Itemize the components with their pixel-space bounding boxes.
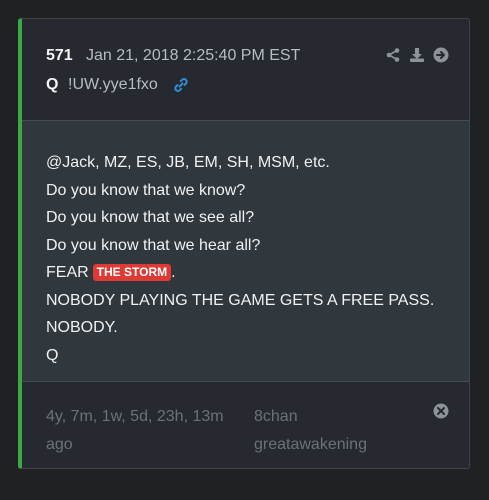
message-line: NOBODY PLAYING THE GAME GETS A FREE PASS…: [46, 291, 435, 309]
post-card: 571 Jan 21, 2018 2:25:40 PM EST Q !UW.yy…: [18, 18, 470, 469]
board-name: greatawakening: [254, 436, 367, 453]
post-header: 571 Jan 21, 2018 2:25:40 PM EST Q !UW.yy…: [22, 19, 469, 120]
post-board: 8chan greatawakening: [254, 403, 394, 459]
message-line: Q: [46, 346, 59, 364]
board-site: 8chan: [254, 408, 298, 425]
close-circle-icon[interactable]: [433, 403, 449, 419]
badge-suffix: .: [171, 264, 176, 281]
post-author: Q: [46, 76, 59, 93]
post-actions: [385, 47, 449, 63]
post-body: @Jack, MZ, ES, JB, EM, SH, MSM, etc. Do …: [22, 120, 469, 382]
message-line: Do you know that we see all?: [46, 209, 255, 226]
post-age-line: ago: [46, 436, 73, 453]
message-line: Do you know that we know?: [46, 181, 246, 199]
arrow-right-circle-icon[interactable]: [433, 47, 449, 63]
message-line: @Jack, MZ, ES, JB, EM, SH, MSM, etc.: [46, 154, 330, 171]
message-line: Do you know that we hear all?: [46, 236, 261, 254]
post-message: @Jack, MZ, ES, JB, EM, SH, MSM, etc. Do …: [46, 149, 434, 369]
post-tripcode: !UW.yye1fxo: [68, 76, 158, 93]
post-age-line: 4y, 7m, 1w, 5d, 23h, 13m: [46, 408, 224, 425]
post-footer: 4y, 7m, 1w, 5d, 23h, 13m ago 8chan great…: [22, 383, 469, 468]
post-timestamp: Jan 21, 2018 2:25:40 PM EST: [86, 47, 301, 64]
message-line-text: FEAR: [46, 264, 89, 281]
download-icon[interactable]: [409, 47, 425, 63]
message-line: NOBODY.: [46, 319, 118, 336]
link-icon[interactable]: [172, 76, 190, 94]
share-icon[interactable]: [385, 47, 401, 63]
post-age: 4y, 7m, 1w, 5d, 23h, 13m ago: [46, 403, 246, 459]
storm-badge: THE STORM: [92, 264, 172, 281]
message-line: FEAR THE STORM.: [46, 259, 434, 287]
post-number: 571: [46, 47, 73, 64]
